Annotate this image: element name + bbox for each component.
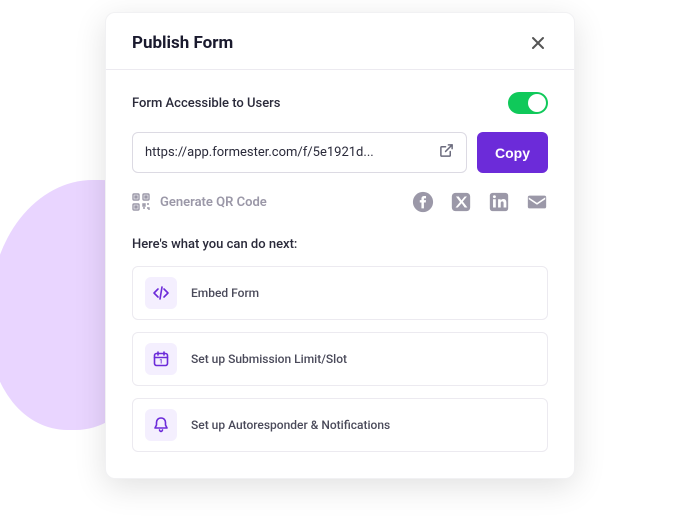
qr-code-icon (132, 193, 150, 211)
share-email-button[interactable] (526, 191, 548, 213)
external-link-icon[interactable] (439, 143, 454, 162)
social-share-icons (412, 191, 548, 213)
publish-form-modal: Publish Form Form Accessible to Users ht… (105, 12, 575, 479)
action-label: Embed Form (191, 286, 259, 300)
share-linkedin-button[interactable] (488, 191, 510, 213)
linkedin-icon (488, 191, 510, 213)
generate-qr-button[interactable]: Generate QR Code (132, 193, 267, 211)
modal-header: Publish Form (106, 13, 574, 70)
accessible-label: Form Accessible to Users (132, 96, 280, 111)
qr-label: Generate QR Code (160, 195, 267, 210)
code-icon-box (145, 277, 177, 309)
modal-title: Publish Form (132, 33, 233, 53)
accessible-toggle[interactable] (508, 92, 548, 114)
share-x-button[interactable] (450, 191, 472, 213)
action-label: Set up Autoresponder & Notifications (191, 418, 390, 432)
action-label: Set up Submission Limit/Slot (191, 352, 347, 366)
action-submission-limit[interactable]: 1 Set up Submission Limit/Slot (132, 332, 548, 386)
modal-body: Form Accessible to Users https://app.for… (106, 70, 574, 478)
copy-button[interactable]: Copy (477, 132, 548, 173)
facebook-icon (412, 191, 434, 213)
x-icon (450, 191, 472, 213)
form-url-text: https://app.formester.com/f/5e1921d... (145, 145, 431, 160)
next-steps-heading: Here's what you can do next: (132, 237, 548, 252)
share-facebook-button[interactable] (412, 191, 434, 213)
accessible-toggle-row: Form Accessible to Users (132, 92, 548, 114)
code-icon (152, 284, 170, 302)
calendar-icon: 1 (152, 350, 170, 368)
bell-icon-box (145, 409, 177, 441)
form-url-field[interactable]: https://app.formester.com/f/5e1921d... (132, 132, 467, 173)
url-row: https://app.formester.com/f/5e1921d... C… (132, 132, 548, 173)
close-icon (530, 35, 546, 51)
close-button[interactable] (528, 33, 548, 53)
calendar-icon-box: 1 (145, 343, 177, 375)
action-embed-form[interactable]: Embed Form (132, 266, 548, 320)
action-autoresponder[interactable]: Set up Autoresponder & Notifications (132, 398, 548, 452)
bell-icon (152, 416, 170, 434)
copy-button-label: Copy (495, 145, 530, 161)
svg-text:1: 1 (159, 359, 162, 366)
email-icon (526, 191, 548, 213)
share-row: Generate QR Code (132, 191, 548, 213)
